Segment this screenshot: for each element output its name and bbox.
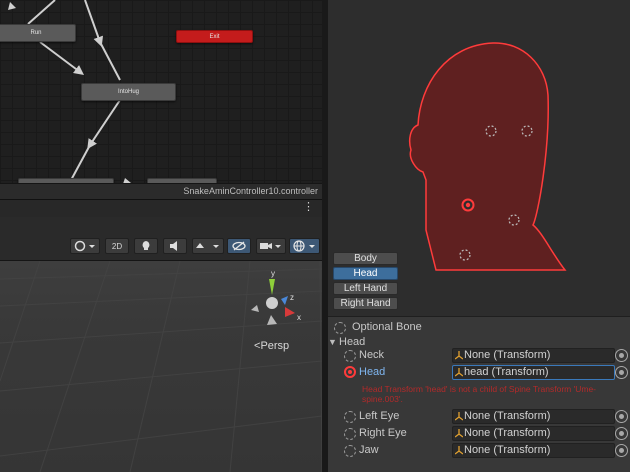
body-part-button-right-hand[interactable]: Right Hand (333, 297, 398, 310)
transition-line[interactable] (27, 0, 56, 25)
gizmos-dropdown[interactable] (289, 238, 320, 254)
perspective-label: Persp (260, 340, 290, 352)
arrowhead (8, 2, 16, 10)
bone-label: Neck (359, 349, 385, 361)
draw-mode-dropdown[interactable] (70, 238, 100, 254)
perspective-toggle[interactable]: <Persp (254, 340, 289, 352)
gizmo-x-label: x (297, 313, 301, 322)
visibility-toggle[interactable] (227, 238, 251, 254)
scene-header: ⋮ (0, 199, 322, 217)
globe-icon (292, 240, 315, 252)
field-value: None (Transform) (464, 410, 551, 422)
transform-icon (455, 412, 463, 421)
body-part-button-head[interactable]: Head (333, 267, 398, 280)
animator-graph[interactable]: Run Exit IntoHug SnakeAminController10.c… (0, 0, 322, 199)
bone-row-jaw: Jaw None (Transform) (328, 443, 630, 459)
toggle-2d-button[interactable]: 2D (105, 238, 129, 254)
body-part-button-left-hand[interactable]: Left Hand (333, 282, 398, 295)
bone-row-neck: Neck None (Transform) (328, 348, 630, 364)
object-picker-icon[interactable] (615, 349, 628, 362)
transform-icon (455, 368, 463, 377)
speaker-icon (170, 241, 177, 251)
state-node-label: IntoHug (117, 89, 139, 95)
bone-label: Jaw (359, 444, 379, 456)
bone-row-left-eye: Left Eye None (Transform) (328, 409, 630, 425)
bone-row-right-eye: Right Eye None (Transform) (328, 426, 630, 442)
body-part-label: Left Hand (343, 283, 388, 294)
graph-footer: SnakeAminController10.controller (0, 183, 322, 199)
bone-status-icon[interactable] (344, 366, 356, 378)
gizmo-y-label: y (271, 269, 275, 278)
head-mask-region[interactable] (408, 42, 567, 271)
head-transform-field[interactable]: head (Transform) (452, 365, 615, 380)
z-axis-cone[interactable] (281, 296, 288, 305)
hidden-eye-icon (232, 241, 246, 251)
bone-status-icon[interactable] (344, 411, 356, 423)
orientation-gizmo[interactable]: y z x (247, 265, 307, 335)
bone-label: Head (359, 366, 386, 378)
right-eye-transform-field[interactable]: None (Transform) (452, 426, 615, 441)
object-picker-icon[interactable] (615, 410, 628, 423)
transition-line[interactable] (84, 0, 104, 47)
scene-toolbar: 2D (0, 217, 322, 261)
transform-icon (455, 429, 463, 438)
toggle-2d-label: 2D (111, 241, 123, 251)
collapse-arrow-icon[interactable]: ▼ (328, 337, 337, 347)
avatar-mask-preview: Body Head Left Hand Right Hand (328, 0, 630, 316)
effects-dropdown[interactable] (192, 238, 224, 254)
left-eye-transform-field[interactable]: None (Transform) (452, 409, 615, 424)
transition-line[interactable] (87, 99, 121, 150)
object-picker-icon[interactable] (615, 366, 628, 379)
state-node-run[interactable]: Run (0, 24, 76, 42)
bone-status-icon[interactable] (344, 350, 356, 362)
body-part-label: Body (354, 253, 377, 264)
body-part-label: Right Hand (340, 298, 391, 309)
x-axis-cone[interactable] (285, 307, 295, 317)
transition-line[interactable] (69, 144, 91, 183)
field-value: head (Transform) (464, 366, 549, 378)
optional-bone-label: Optional Bone (352, 321, 422, 333)
shading-sphere-icon (74, 240, 95, 252)
field-value: None (Transform) (464, 427, 551, 439)
bone-label: Right Eye (359, 427, 407, 439)
transform-icon (455, 351, 463, 360)
section-label: Head (339, 336, 366, 348)
head-bone-dot (465, 202, 471, 208)
audio-toggle[interactable] (163, 238, 187, 254)
jaw-transform-field[interactable]: None (Transform) (452, 443, 615, 458)
transition-line[interactable] (39, 41, 84, 75)
bone-label: Left Eye (359, 410, 400, 422)
state-node-label: Exit (209, 33, 220, 40)
camera-dropdown[interactable] (256, 238, 286, 254)
gizmo-z-label: z (290, 293, 294, 302)
optional-bone-legend: Optional Bone (328, 319, 630, 335)
object-picker-icon[interactable] (615, 444, 628, 457)
camera-icon (260, 243, 281, 249)
bone-row-head: Head head (Transform) (328, 365, 630, 381)
bone-status-icon[interactable] (344, 428, 356, 440)
bone-error-message: Head Transform 'head' is not a child of … (362, 384, 596, 404)
effects-icon (196, 243, 219, 248)
state-node-exit[interactable]: Exit (176, 30, 253, 43)
gizmo-center[interactable] (266, 297, 278, 309)
state-node-label: Run (30, 30, 42, 36)
transform-icon (455, 446, 463, 455)
more-options-icon[interactable]: ⋮ (303, 202, 314, 213)
field-value: None (Transform) (464, 349, 551, 361)
lighting-toggle[interactable] (134, 238, 158, 254)
field-value: None (Transform) (464, 444, 551, 456)
scene-viewport[interactable]: y z x <Persp (0, 261, 322, 472)
body-part-label: Head (353, 268, 378, 279)
y-axis-cone[interactable] (269, 279, 275, 295)
controller-filename: SnakeAminController10.controller (183, 186, 318, 196)
optional-bone-icon (334, 322, 346, 334)
body-part-button-body[interactable]: Body (333, 252, 398, 265)
lightbulb-icon (142, 241, 150, 250)
bone-status-icon[interactable] (344, 445, 356, 457)
neck-transform-field[interactable]: None (Transform) (452, 348, 615, 363)
object-picker-icon[interactable] (615, 427, 628, 440)
state-node-intohug[interactable]: IntoHug (81, 83, 176, 101)
bone-mapping-panel: Optional Bone ▼ Head Neck None (Transfor… (328, 316, 630, 472)
transition-line[interactable] (99, 41, 121, 81)
